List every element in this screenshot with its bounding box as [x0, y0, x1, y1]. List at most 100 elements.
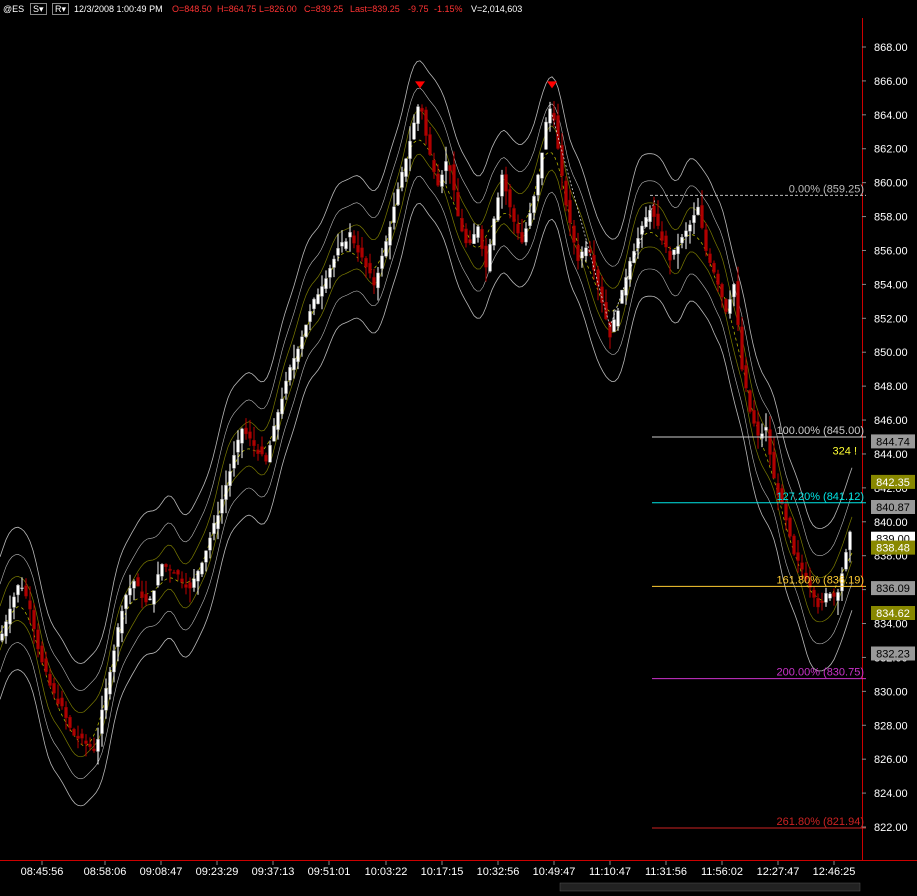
candle-body — [348, 232, 352, 238]
candle-body — [700, 205, 704, 228]
candle-body — [128, 588, 132, 596]
candle-body — [516, 223, 520, 234]
y-tick-label: 824.00 — [874, 788, 908, 800]
candle-body — [356, 244, 360, 253]
candle-body — [504, 174, 508, 192]
candle-body — [748, 390, 752, 412]
candle-body — [800, 562, 804, 570]
fib-level-label: 200.00% (830.75) — [777, 667, 864, 679]
band-mid-upper — [0, 87, 853, 691]
candle-body — [104, 688, 108, 711]
candle-body — [508, 189, 512, 208]
candle-body — [704, 229, 708, 251]
candle-body — [332, 258, 336, 268]
candle-body — [724, 299, 728, 312]
candle-body — [768, 429, 772, 455]
y-tick-label: 864.00 — [874, 110, 908, 122]
x-tick-label: 12:46:25 — [813, 866, 856, 878]
candle-body — [496, 197, 500, 221]
candle-body — [172, 572, 176, 574]
candle-body — [40, 645, 44, 663]
candle-body — [616, 310, 620, 327]
candle-body — [188, 582, 192, 589]
candle-body — [168, 568, 172, 571]
candle-body — [340, 242, 344, 247]
candle-body — [488, 244, 492, 272]
candle-body — [404, 158, 408, 177]
candle-body — [676, 246, 680, 255]
candle-body — [56, 698, 60, 705]
candle-body — [432, 159, 436, 173]
candle-body — [628, 260, 632, 280]
candle-body — [756, 421, 760, 436]
candle-body — [788, 517, 792, 537]
candle-body — [280, 398, 284, 415]
candle-body — [100, 709, 104, 734]
candle-body — [480, 228, 484, 249]
band-outer-upper — [0, 60, 853, 664]
y-tick-label: 826.00 — [874, 754, 908, 766]
candle-body — [48, 673, 52, 686]
candle-body — [828, 593, 832, 599]
candle-body — [248, 431, 252, 439]
candle-body — [68, 716, 72, 728]
candle-body — [108, 671, 112, 695]
price-badge-label: 836.09 — [876, 583, 910, 595]
candlestick-chart: 0.00% (859.25) 100.00% (845.00) 127.20% (8… — [0, 42, 915, 892]
candle-body — [224, 485, 228, 500]
candle-body — [124, 594, 128, 610]
candle-body — [644, 217, 648, 228]
candle-body — [468, 239, 472, 244]
candle-body — [72, 728, 76, 736]
y-tick-label: 866.00 — [874, 76, 908, 88]
y-tick-label: 858.00 — [874, 212, 908, 224]
candle-body — [416, 106, 420, 124]
candle-body — [728, 299, 732, 314]
candle-body — [512, 208, 516, 222]
swing-high-marker — [415, 81, 425, 89]
x-tick-label: 10:03:22 — [365, 866, 408, 878]
candle-body — [368, 262, 372, 274]
candle-body — [152, 590, 156, 605]
candle-body — [848, 531, 852, 551]
candle-body — [412, 122, 416, 140]
candle-body — [112, 650, 116, 673]
time-scrollbar[interactable] — [559, 882, 861, 892]
candle-body — [292, 358, 296, 371]
candle-body — [312, 298, 316, 310]
candle-body — [732, 284, 736, 298]
candle-body — [692, 214, 696, 223]
candle-body — [580, 251, 584, 259]
candle-body — [360, 247, 364, 258]
candle-body — [120, 610, 124, 634]
candle-body — [288, 367, 292, 381]
candle-body — [452, 164, 456, 191]
candle-body — [448, 165, 452, 172]
candle-body — [88, 743, 92, 747]
candle-body — [680, 236, 684, 244]
candle-body — [784, 503, 788, 521]
candle-body — [760, 433, 764, 439]
x-tick-label: 10:32:56 — [477, 866, 520, 878]
x-tick-label: 08:58:06 — [84, 866, 127, 878]
candle-body — [12, 596, 16, 608]
candle-body — [64, 707, 68, 719]
candle-body — [192, 578, 196, 588]
candle-body — [712, 262, 716, 273]
candle-body — [440, 174, 444, 187]
candle-body — [164, 564, 168, 567]
candle-body — [564, 180, 568, 206]
candle-body — [380, 255, 384, 269]
candle-body — [276, 412, 280, 430]
candle-body — [720, 284, 724, 298]
candle-body — [92, 748, 96, 751]
candle-body — [772, 451, 776, 479]
price-badge-label: 832.23 — [876, 649, 910, 661]
candle-body — [436, 173, 440, 186]
candle-body — [424, 109, 428, 136]
candle-body — [52, 683, 56, 694]
price-badge-label: 838.48 — [876, 543, 910, 555]
candle-body — [460, 218, 464, 232]
candle-body — [240, 428, 244, 444]
candle-body — [304, 324, 308, 337]
